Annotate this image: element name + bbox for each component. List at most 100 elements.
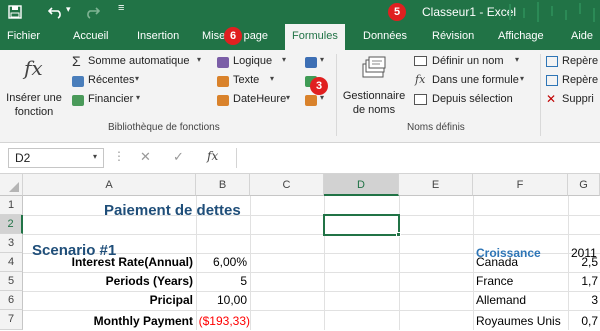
star-book-icon [72, 76, 84, 87]
cell-growth-value[interactable]: 1,7 [568, 272, 598, 291]
use-in-formula-label: Dans une formule [432, 74, 519, 86]
cell-country[interactable]: Canada [476, 253, 518, 272]
insert-function-label-2: fonction [14, 106, 54, 118]
tab-formules[interactable]: Formules [285, 24, 345, 50]
selection-grid-icon [414, 94, 427, 105]
cell-payment-label[interactable]: Monthly Payment [28, 312, 193, 331]
insert-function-icon[interactable]: fx [207, 149, 218, 163]
cancel-icon[interactable]: ✕ [140, 149, 151, 165]
tag-icon [414, 56, 427, 66]
tab-donnees[interactable]: Données [363, 30, 407, 42]
sigma-icon: Σ [72, 53, 81, 69]
row-header-4[interactable]: 4 [0, 253, 23, 272]
more-icon: ⋮ [113, 149, 125, 163]
chevron-down-icon: ▾ [93, 152, 98, 161]
fill-handle[interactable] [396, 232, 401, 237]
selected-cell-d2[interactable] [323, 214, 400, 236]
define-name-label: Définir un nom [432, 55, 504, 67]
customize-toolbar-icon[interactable]: ≡ [118, 2, 124, 14]
trace-precedents-icon [546, 56, 558, 67]
datetime-label: DateHeure [233, 93, 287, 105]
select-all-corner[interactable] [0, 174, 23, 196]
ribbon: fx Insérer une fonction Σ Somme automati… [0, 50, 600, 143]
row-header-3[interactable]: 3 [0, 234, 23, 253]
spreadsheet-grid: A B C D E F G 1 2 3 4 5 6 7 Paiement de … [0, 174, 600, 330]
row-header-7[interactable]: 7 [0, 310, 23, 330]
remove-arrows-label: Suppri [562, 93, 594, 105]
cell-principal-label[interactable]: Pricipal [28, 291, 193, 310]
cell-country[interactable]: Royaumes Unis [476, 312, 561, 331]
cell-interest-label[interactable]: Interest Rate(Annual) [28, 253, 193, 272]
autosum-label: Somme automatique [88, 55, 190, 67]
save-icon[interactable] [8, 5, 22, 19]
chevron-down-icon: ▾ [135, 74, 140, 83]
undo-dropdown-icon[interactable]: ▾ [66, 4, 71, 15]
text-label: Texte [233, 74, 260, 86]
tab-affichage[interactable]: Affichage [498, 30, 544, 42]
row-header-1[interactable]: 1 [0, 196, 23, 215]
formula-bar: D2 ▾ ⋮ ✕ ✓ fx [0, 143, 600, 174]
cell-growth-value[interactable]: 2,5 [568, 253, 598, 272]
column-header-f[interactable]: F [473, 174, 568, 196]
cell-interest-value[interactable]: 6,00% [196, 253, 247, 272]
create-from-selection-label: Depuis sélection [432, 93, 513, 105]
column-header-a[interactable]: A [23, 174, 196, 196]
column-header-d[interactable]: D [324, 174, 399, 196]
name-box-value: D2 [15, 151, 31, 165]
cell-growth-value[interactable]: 0,7 [568, 312, 598, 331]
lookup-icon[interactable] [305, 57, 317, 68]
name-manager-label-2: de noms [352, 104, 396, 116]
formula-input[interactable] [236, 148, 600, 168]
cell-growth-value[interactable]: 3 [568, 291, 598, 310]
more-functions-icon[interactable] [305, 95, 317, 106]
tab-accueil[interactable]: Accueil [73, 30, 108, 42]
tab-insertion[interactable]: Insertion [137, 30, 179, 42]
insert-function-button[interactable]: fx Insérer une fonction [2, 54, 66, 124]
tab-fichier[interactable]: Fichier [7, 30, 40, 42]
row-header-6[interactable]: 6 [0, 291, 23, 310]
group-label-names: Noms définis [407, 122, 465, 133]
name-manager-button[interactable]: Gestionnaire de noms [341, 56, 407, 120]
background-pattern [509, 2, 595, 22]
group-divider [336, 54, 337, 136]
gridline [23, 310, 600, 311]
row-header-2[interactable]: 2 [0, 215, 23, 234]
cell-title[interactable]: Paiement de dettes [104, 201, 241, 220]
logical-label: Logique [233, 55, 273, 67]
name-box[interactable]: D2 ▾ [8, 148, 104, 168]
financial-label: Financier [88, 93, 134, 105]
chevron-down-icon: ▾ [282, 55, 287, 64]
cell-principal-value[interactable]: 10,00 [196, 291, 247, 310]
chevron-down-icon: ▾ [197, 55, 202, 64]
redo-icon[interactable] [84, 5, 100, 19]
group-label-library: Bibliothèque de fonctions [108, 122, 220, 133]
cell-periods-label[interactable]: Periods (Years) [28, 272, 193, 291]
tab-revision[interactable]: Révision [432, 30, 474, 42]
cell-payment-value[interactable]: ($193,33) [196, 312, 250, 331]
cell-country[interactable]: France [476, 272, 513, 291]
chevron-down-icon[interactable]: ▾ [320, 55, 324, 64]
group-divider [540, 54, 541, 136]
function-icon: fx [24, 56, 43, 80]
trace-dependents-icon [546, 75, 558, 86]
chevron-down-icon: ▾ [270, 74, 275, 83]
logical-book-icon [217, 57, 229, 68]
formula-icon: fx [415, 73, 426, 86]
column-header-c[interactable]: C [250, 174, 324, 196]
column-header-b[interactable]: B [196, 174, 250, 196]
datetime-book-icon [217, 95, 229, 106]
enter-icon[interactable]: ✓ [173, 149, 184, 165]
ribbon-tabs: Fichier Accueil Insertion Mise en page F… [0, 24, 600, 50]
column-header-e[interactable]: E [399, 174, 473, 196]
tab-aide[interactable]: Aide [571, 30, 593, 42]
cell-country[interactable]: Allemand [476, 291, 526, 310]
undo-icon[interactable] [48, 5, 64, 19]
name-manager-icon [362, 56, 386, 78]
cell-periods-value[interactable]: 5 [196, 272, 247, 291]
insert-function-label-1: Insérer une [6, 92, 62, 104]
column-header-g[interactable]: G [568, 174, 600, 196]
step-badge-3: 3 [310, 77, 328, 95]
row-header-5[interactable]: 5 [0, 272, 23, 291]
remove-arrows-icon: ✕ [546, 92, 557, 106]
chevron-down-icon: ▾ [520, 74, 525, 83]
